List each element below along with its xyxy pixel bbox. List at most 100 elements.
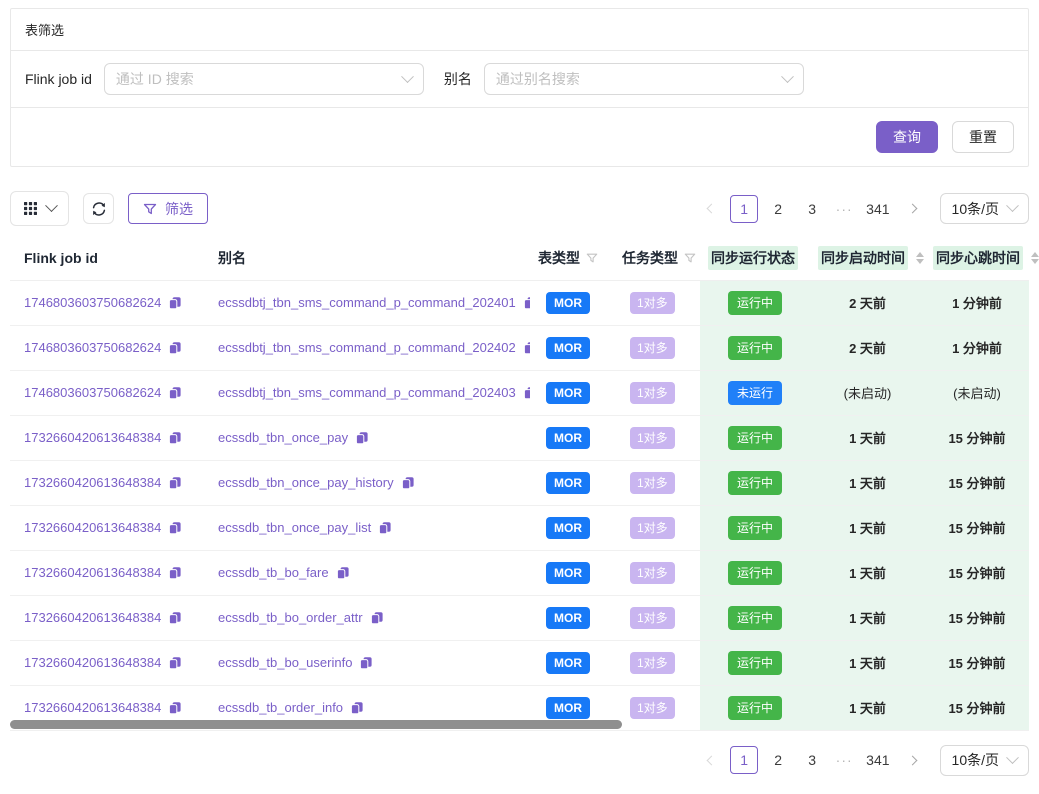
job-id-link[interactable]: 1746803603750682624 [24,295,161,310]
alias-link[interactable]: ecssdb_tb_bo_fare [218,565,329,580]
copy-icon[interactable] [523,386,530,400]
job-id-link[interactable]: 1732660420613648384 [24,565,161,580]
start-time-value: 1 天前 [849,611,886,626]
alias-cell: ecssdb_tb_bo_fare [210,550,530,595]
column-filter-icon[interactable] [684,252,696,264]
sync-status-cell: 运行中 [700,595,810,640]
alias-link[interactable]: ecssdb_tbn_once_pay [218,430,348,445]
table-body: 1746803603750682624 ecssdbtj_tbn_sms_com… [10,280,1029,730]
alias-link[interactable]: ecssdbtj_tbn_sms_command_p_command_20240… [218,295,516,310]
job-id-link[interactable]: 1732660420613648384 [24,475,161,490]
alias-link[interactable]: ecssdb_tbn_once_pay_list [218,520,371,535]
copy-icon[interactable] [168,521,182,535]
sync-status-cell: 运行中 [700,415,810,460]
column-settings-button[interactable] [10,191,69,226]
copy-icon[interactable] [168,431,182,445]
sync-status-cell: 运行中 [700,460,810,505]
page-size-value: 10条/页 [952,199,999,219]
copy-icon[interactable] [370,611,384,625]
page-button[interactable]: 2 [764,195,792,223]
page-button-active[interactable]: 1 [730,195,758,223]
alias-link[interactable]: ecssdbtj_tbn_sms_command_p_command_20240… [218,385,516,400]
copy-icon[interactable] [523,296,530,310]
sorter-icon[interactable] [916,252,924,264]
column-filter-icon[interactable] [586,252,598,264]
alias-cell: ecssdbtj_tbn_sms_command_p_command_20240… [210,325,530,370]
filter-actions: 查询 重置 [11,108,1028,166]
chevron-down-icon [781,70,794,83]
job-id-link[interactable]: 1746803603750682624 [24,340,161,355]
flink-job-id-select[interactable]: 通过 ID 搜索 [104,63,424,95]
copy-icon[interactable] [336,566,350,580]
alias-link[interactable]: ecssdb_tb_order_info [218,700,343,715]
sync-heartbeat-time-cell: 15 分钟前 [925,640,1029,685]
heartbeat-time-value: 15 分钟前 [948,476,1005,491]
alias-link[interactable]: ecssdbtj_tbn_sms_command_p_command_20240… [218,340,516,355]
sync-heartbeat-time-cell: (未启动) [925,370,1029,415]
page-button[interactable]: 3 [798,746,826,774]
page-button[interactable]: 2 [764,746,792,774]
pagination-ellipsis[interactable]: ··· [832,752,856,768]
next-page-button[interactable] [900,195,926,223]
filter-button[interactable]: 筛选 [128,193,208,224]
reset-button[interactable]: 重置 [952,121,1014,153]
jobs-table: Flink job id 别名 表类型 [10,236,1029,731]
page-size-select[interactable]: 10条/页 [940,745,1029,776]
horizontal-scrollbar[interactable] [10,720,1029,730]
copy-icon[interactable] [168,386,182,400]
table-type-cell: MOR [530,505,614,550]
prev-page-button[interactable] [698,746,724,774]
table-row: 1732660420613648384 ecssdb_tb_bo_fare [10,550,1029,595]
page-size-select[interactable]: 10条/页 [940,193,1029,224]
copy-icon[interactable] [378,521,392,535]
bottom-bar: 1 2 3 ··· 341 10条/页 [10,745,1029,776]
copy-icon[interactable] [168,476,182,490]
copy-icon[interactable] [168,611,182,625]
job-id-link[interactable]: 1732660420613648384 [24,430,161,445]
heartbeat-time-value: 15 分钟前 [948,701,1005,716]
copy-icon[interactable] [355,431,369,445]
start-time-value: (未启动) [844,386,892,401]
copy-icon[interactable] [350,701,364,715]
copy-icon[interactable] [168,566,182,580]
query-button[interactable]: 查询 [876,121,938,153]
scrollbar-thumb[interactable] [10,720,622,729]
alias-select[interactable]: 通过别名搜索 [484,63,804,95]
page-button-active[interactable]: 1 [730,746,758,774]
alias-link[interactable]: ecssdb_tb_bo_order_attr [218,610,363,625]
job-id-link[interactable]: 1732660420613648384 [24,700,161,715]
job-id-link[interactable]: 1732660420613648384 [24,520,161,535]
sorter-icon[interactable] [1031,252,1039,264]
copy-icon[interactable] [523,341,530,355]
task-type-badge: 1对多 [630,517,675,539]
col-header-alias: 别名 [210,236,530,280]
alias-link[interactable]: ecssdb_tb_bo_userinfo [218,655,352,670]
col-header-sync-status: 同步运行状态 [700,236,810,280]
copy-icon[interactable] [168,341,182,355]
job-id-link[interactable]: 1746803603750682624 [24,385,161,400]
copy-icon[interactable] [401,476,415,490]
status-badge: 运行中 [728,516,782,540]
prev-page-button[interactable] [698,195,724,223]
page-size-value: 10条/页 [952,750,999,770]
pagination-ellipsis[interactable]: ··· [832,201,856,217]
page-button-last[interactable]: 341 [862,746,893,774]
copy-icon[interactable] [168,701,182,715]
alias-link[interactable]: ecssdb_tbn_once_pay_history [218,475,394,490]
status-badge: 运行中 [728,291,782,315]
copy-icon[interactable] [168,656,182,670]
col-header-sync-start-time[interactable]: 同步启动时间 [810,236,925,280]
col-header-sync-heartbeat-time[interactable]: 同步心跳时间 [925,236,1029,280]
copy-icon[interactable] [359,656,373,670]
page-button-last[interactable]: 341 [862,195,893,223]
table-toolbar: 筛选 1 2 3 ··· 341 10条/页 [10,191,1029,226]
job-id-link[interactable]: 1732660420613648384 [24,655,161,670]
job-id-link[interactable]: 1732660420613648384 [24,610,161,625]
job-id-cell: 1746803603750682624 [10,370,210,415]
copy-icon[interactable] [168,296,182,310]
sync-status-cell: 未运行 [700,370,810,415]
refresh-button[interactable] [83,193,114,224]
page-button[interactable]: 3 [798,195,826,223]
table-row: 1732660420613648384 ecssdb_tb_bo_userinf… [10,640,1029,685]
next-page-button[interactable] [900,746,926,774]
